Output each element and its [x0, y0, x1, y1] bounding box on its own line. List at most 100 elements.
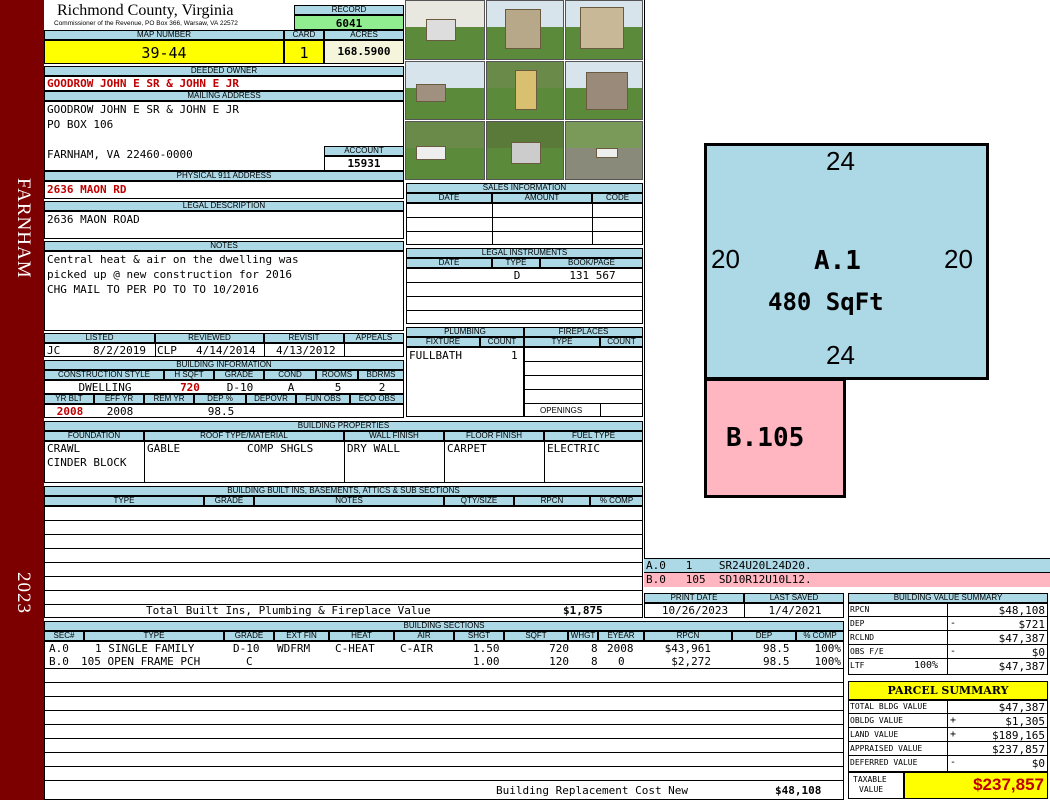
record-number: 6041 — [335, 17, 363, 30]
taxable-value: $237,857 — [973, 775, 1044, 794]
bi-col-header: BDRMS — [358, 370, 404, 380]
props-col: FOUNDATION — [44, 431, 144, 441]
notes-line: CHG MAIL TO PER PO TO TO 10/2016 — [47, 283, 259, 296]
county-title: Richmond County, Virginia — [57, 2, 234, 19]
openings-label: OPENINGS — [540, 406, 583, 415]
mailing-header: MAILING ADDRESS — [44, 91, 404, 101]
taxable-label: TAXABLE — [853, 775, 887, 784]
bvs-row: RPCN $48,108 — [848, 603, 1048, 617]
bi2-col-header: YR BLT — [44, 394, 94, 404]
sec-col: EXT FIN — [274, 631, 329, 641]
bi-col-header: ROOMS — [316, 370, 358, 380]
sec-col: RPCN — [644, 631, 732, 641]
li-col: BOOK/PAGE — [540, 258, 643, 268]
legal-header: LEGAL DESCRIPTION — [44, 201, 404, 211]
li-col: DATE — [406, 258, 492, 268]
dep-pct: 98.5 — [207, 405, 235, 418]
bi-row: DWELLING 720 D-10 A 5 2 — [44, 380, 404, 394]
owner-header: DEEDED OWNER — [44, 66, 404, 76]
legal-instr-header: LEGAL INSTRUMENTS — [406, 248, 643, 258]
sec-col: DEP — [732, 631, 796, 641]
builtins-col: RPCN — [514, 496, 590, 506]
parcel-row: LAND VALUE + $189,165 — [848, 728, 1048, 742]
owner-box: GOODROW JOHN E SR & JOHN E JR — [44, 76, 404, 91]
sketch-dim-top: 24 — [826, 146, 855, 176]
bvs-row: DEP - $721 — [848, 617, 1048, 631]
reviewed-header: REVIEWED — [155, 333, 264, 343]
taxable-label-box: TAXABLE VALUE — [848, 772, 904, 799]
parcel-row: TOTAL BLDG VALUE $47,387 — [848, 700, 1048, 714]
bvs-row: RCLND $47,387 — [848, 631, 1048, 645]
builtins-col: NOTES — [254, 496, 444, 506]
property-photo — [565, 121, 643, 180]
bi2-col-header: REM YR — [144, 394, 194, 404]
sec-col: SHGT — [454, 631, 504, 641]
mailing-line3: FARNHAM, VA 22460-0000 — [47, 148, 193, 161]
appeals-header: APPEALS — [344, 333, 404, 343]
fireplace-col: TYPE — [524, 337, 600, 347]
card-box: 1 — [284, 40, 324, 64]
wall-finish: DRY WALL — [347, 442, 400, 455]
sections-header: BUILDING SECTIONS — [44, 621, 844, 631]
bi-col-header: GRADE — [214, 370, 264, 380]
legal-instr-table: D 131 567 — [406, 268, 643, 324]
parcel-row: APPRAISED VALUE $237,857 — [848, 742, 1048, 756]
sketch-line-a: A.0 1 SR24U20L24D20. — [644, 559, 1050, 573]
map-number: 39-44 — [141, 44, 187, 62]
listed-by: JC — [47, 344, 61, 357]
notes-box: Central heat & air on the dwelling was p… — [44, 251, 404, 331]
bi2-row: 2008 2008 98.5 — [44, 404, 404, 418]
notes-header: NOTES — [44, 241, 404, 251]
builtins-total-label: Total Built Ins, Plumbing & Fireplace Va… — [146, 604, 431, 617]
builtins-col: % COMP — [590, 496, 643, 506]
bi2-col-header: EFF YR — [94, 394, 144, 404]
bdrms: 2 — [378, 381, 386, 394]
props-table: CRAWL CINDER BLOCK GABLE COMP SHGLS DRY … — [44, 441, 643, 483]
parcel-row: OBLDG VALUE + $1,305 — [848, 714, 1048, 728]
construction-style: DWELLING — [78, 381, 132, 394]
print-row: 10/26/2023 1/4/2021 — [644, 603, 844, 618]
record-header: RECORD — [294, 5, 404, 15]
sketch-line-b: B.0 105 SD10R12U10L12. — [644, 573, 1050, 587]
property-photo — [486, 0, 564, 60]
side-town: FARNHAM — [13, 178, 34, 279]
props-col: FUEL TYPE — [544, 431, 643, 441]
parcel-header-box: PARCEL SUMMARY — [848, 681, 1048, 700]
foundation: CRAWL — [47, 442, 81, 455]
acres-header: ACRES — [324, 30, 404, 40]
property-photo — [565, 61, 643, 120]
acres-box: 168.5900 — [324, 40, 404, 64]
builtins-header: BUILDING BUILT INS, BASEMENTS, ATTICS & … — [44, 486, 643, 496]
plumbing-count: 1 — [511, 349, 518, 362]
notes-line: Central heat & air on the dwelling was — [47, 253, 299, 266]
bi2-col-header: DEP % — [194, 394, 246, 404]
yr-blt: 2008 — [56, 405, 84, 418]
card-number: 1 — [299, 44, 309, 62]
sales-header: SALES INFORMATION — [406, 183, 643, 193]
listed-date: 8/2/2019 — [93, 344, 146, 357]
property-photo — [486, 61, 564, 120]
bi2-col-header: DEPOVR — [246, 394, 296, 404]
roof-material: COMP SHGLS — [247, 442, 314, 455]
legal-box: 2636 MAON ROAD — [44, 211, 404, 239]
builtins-col: QTY/SIZE — [444, 496, 514, 506]
sketch-b-label: B.105 — [726, 423, 805, 453]
sales-table — [406, 203, 643, 245]
record-box: 6041 — [294, 15, 404, 30]
li-type: D — [513, 269, 521, 282]
foundation: CINDER BLOCK — [47, 456, 127, 469]
props-header: BUILDING PROPERTIES — [44, 421, 643, 431]
sec-col: AIR — [394, 631, 454, 641]
bi-col-header: COND — [264, 370, 316, 380]
replacement-cost: $48,108 — [775, 784, 822, 797]
plumbing-col: COUNT — [480, 337, 524, 347]
sections-table: A.0 1 SINGLE FAMILY D-10 WDFRM C-HEAT C-… — [44, 641, 844, 800]
floor-finish: CARPET — [447, 442, 487, 455]
bi-col-header: CONSTRUCTION STYLE — [44, 370, 164, 380]
acres-value: 168.5900 — [337, 45, 391, 58]
revisit-date: 4/13/2012 — [276, 344, 336, 357]
replacement-label: Building Replacement Cost New — [496, 784, 689, 797]
cond: A — [287, 381, 295, 394]
sketch-dim-bottom: 24 — [826, 340, 855, 370]
roof-type: GABLE — [147, 442, 181, 455]
